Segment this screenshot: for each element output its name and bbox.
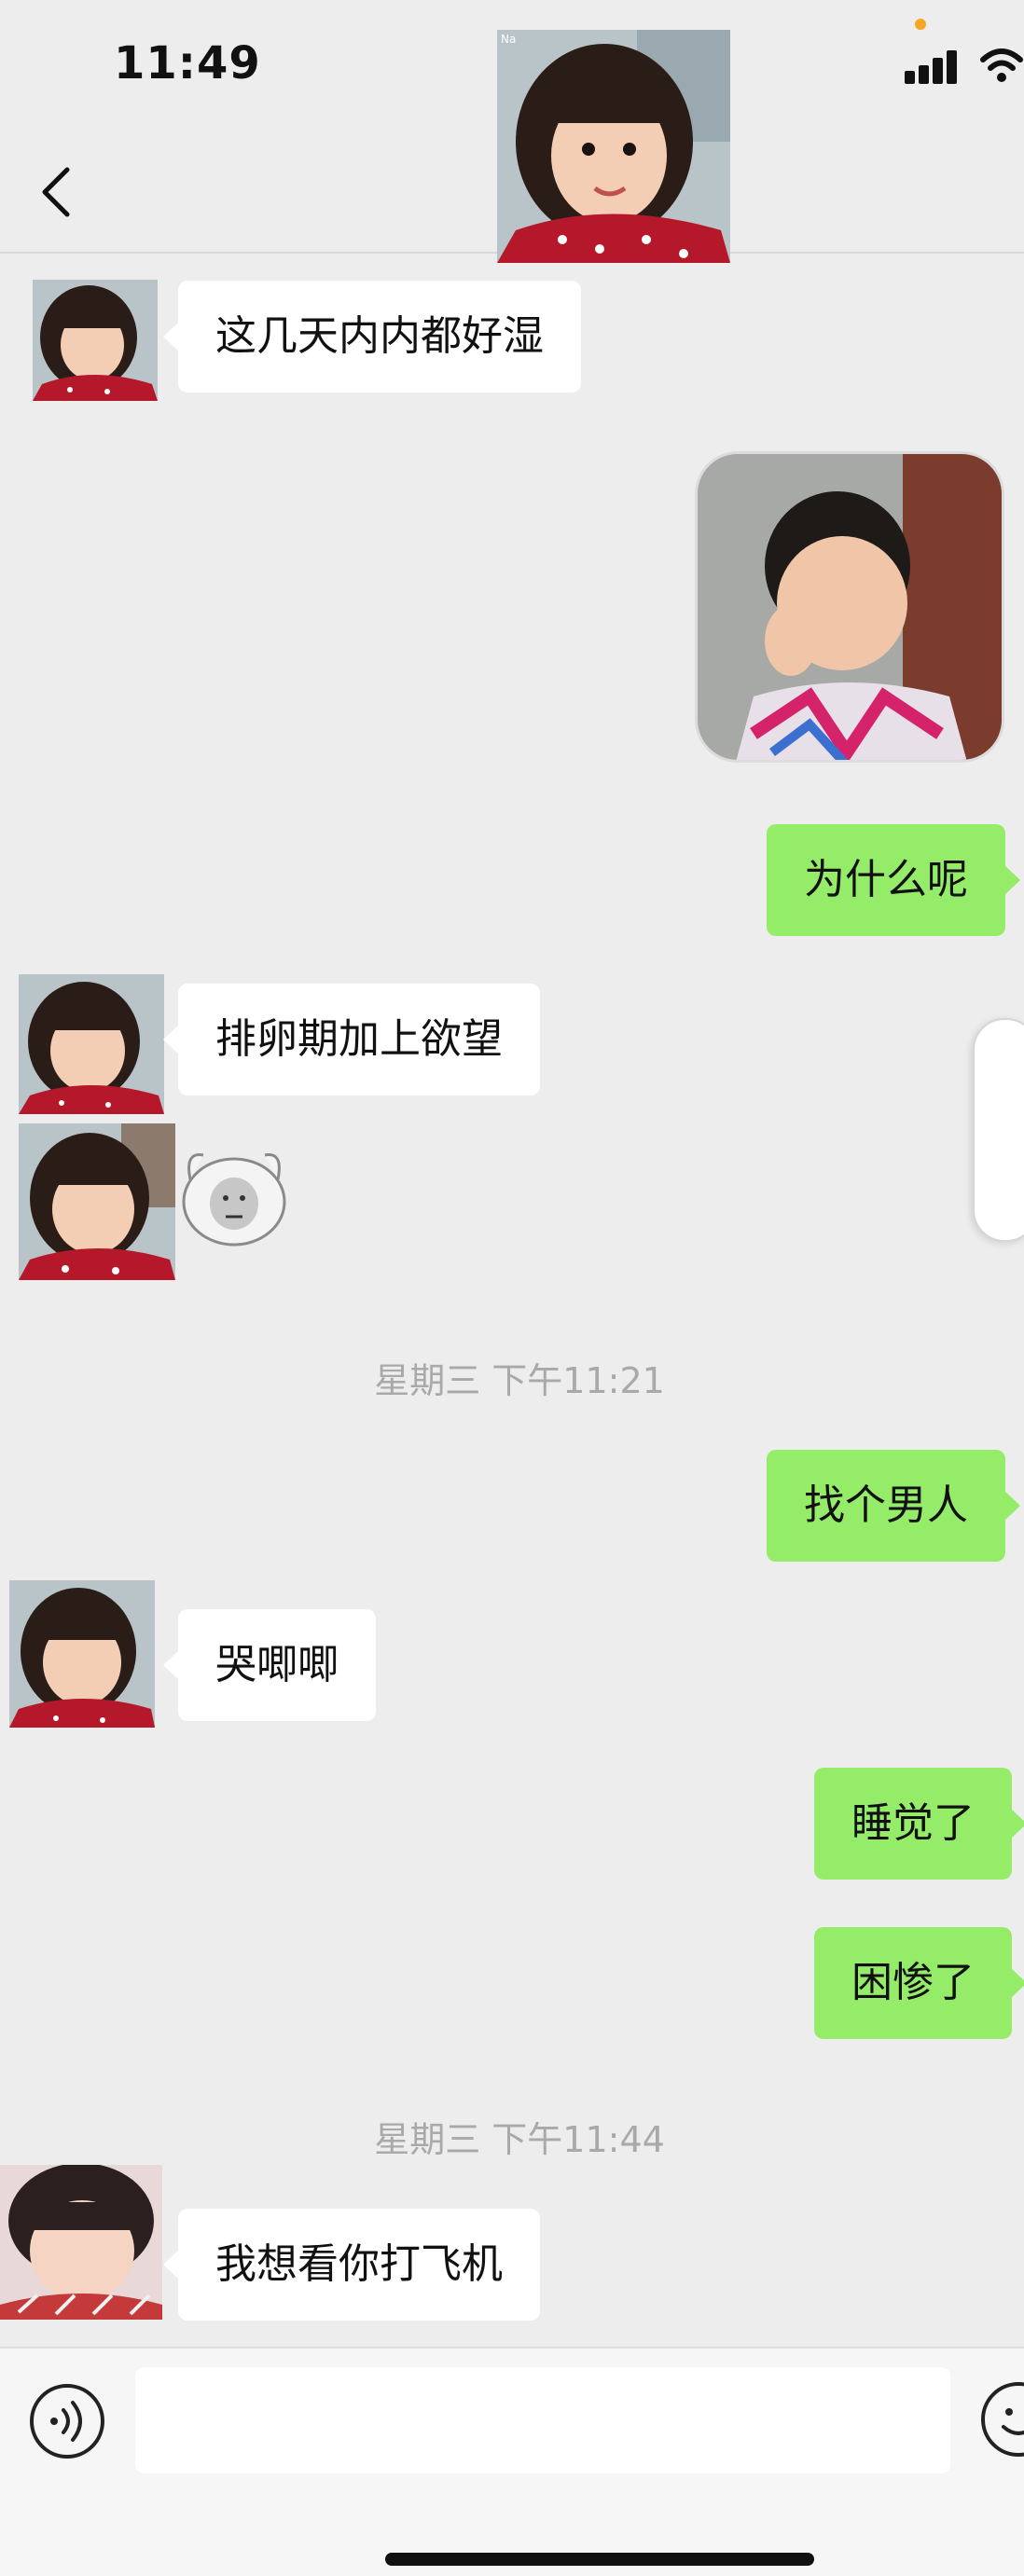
message-bubble-incoming[interactable]: 排卵期加上欲望 (163, 984, 540, 1095)
message-timestamp: 星期三 下午11:21 (374, 1360, 665, 1401)
message-input[interactable] (135, 2367, 950, 2473)
contact-avatar[interactable] (19, 1123, 175, 1280)
message-timestamp: 星期三 下午11:44 (374, 2119, 665, 2160)
message-bubble-incoming[interactable]: 这几天内内都好湿 (163, 281, 581, 393)
contact-avatar[interactable] (19, 974, 164, 1114)
floating-side-tab[interactable] (973, 1018, 1024, 1242)
photo-message[interactable] (695, 451, 1004, 763)
panda-face-sticker[interactable] (177, 1142, 291, 1250)
contact-avatar[interactable] (9, 1580, 155, 1728)
message-bubble-incoming[interactable]: 哭唧唧 (163, 1609, 376, 1721)
status-bar: 11:49 (0, 0, 1024, 140)
privacy-indicator-dot (915, 19, 926, 30)
emoji-icon (1002, 2408, 1024, 2435)
message-bubble-outgoing[interactable]: 睡觉了 (814, 1768, 1024, 1880)
status-time: 11:49 (114, 37, 261, 90)
wifi-icon (980, 48, 1023, 82)
message-bubble-outgoing[interactable]: 找个男人 (767, 1450, 1020, 1562)
cellular-signal-icon (905, 48, 959, 84)
voice-input-icon (50, 2401, 82, 2442)
voice-input-button[interactable] (30, 2384, 104, 2459)
emoji-button[interactable] (981, 2382, 1024, 2457)
chevron-left-icon (42, 167, 70, 217)
message-bubble-outgoing[interactable]: 为什么呢 (767, 824, 1020, 936)
contact-avatar[interactable] (0, 2165, 162, 2320)
contact-avatar[interactable] (33, 280, 158, 401)
back-button[interactable] (37, 166, 75, 218)
message-input-bar (0, 2347, 1024, 2576)
message-bubble-outgoing[interactable]: 困惨了 (814, 1927, 1024, 2039)
message-bubble-incoming[interactable]: 我想看你打飞机 (163, 2209, 540, 2321)
home-indicator (385, 2553, 814, 2566)
